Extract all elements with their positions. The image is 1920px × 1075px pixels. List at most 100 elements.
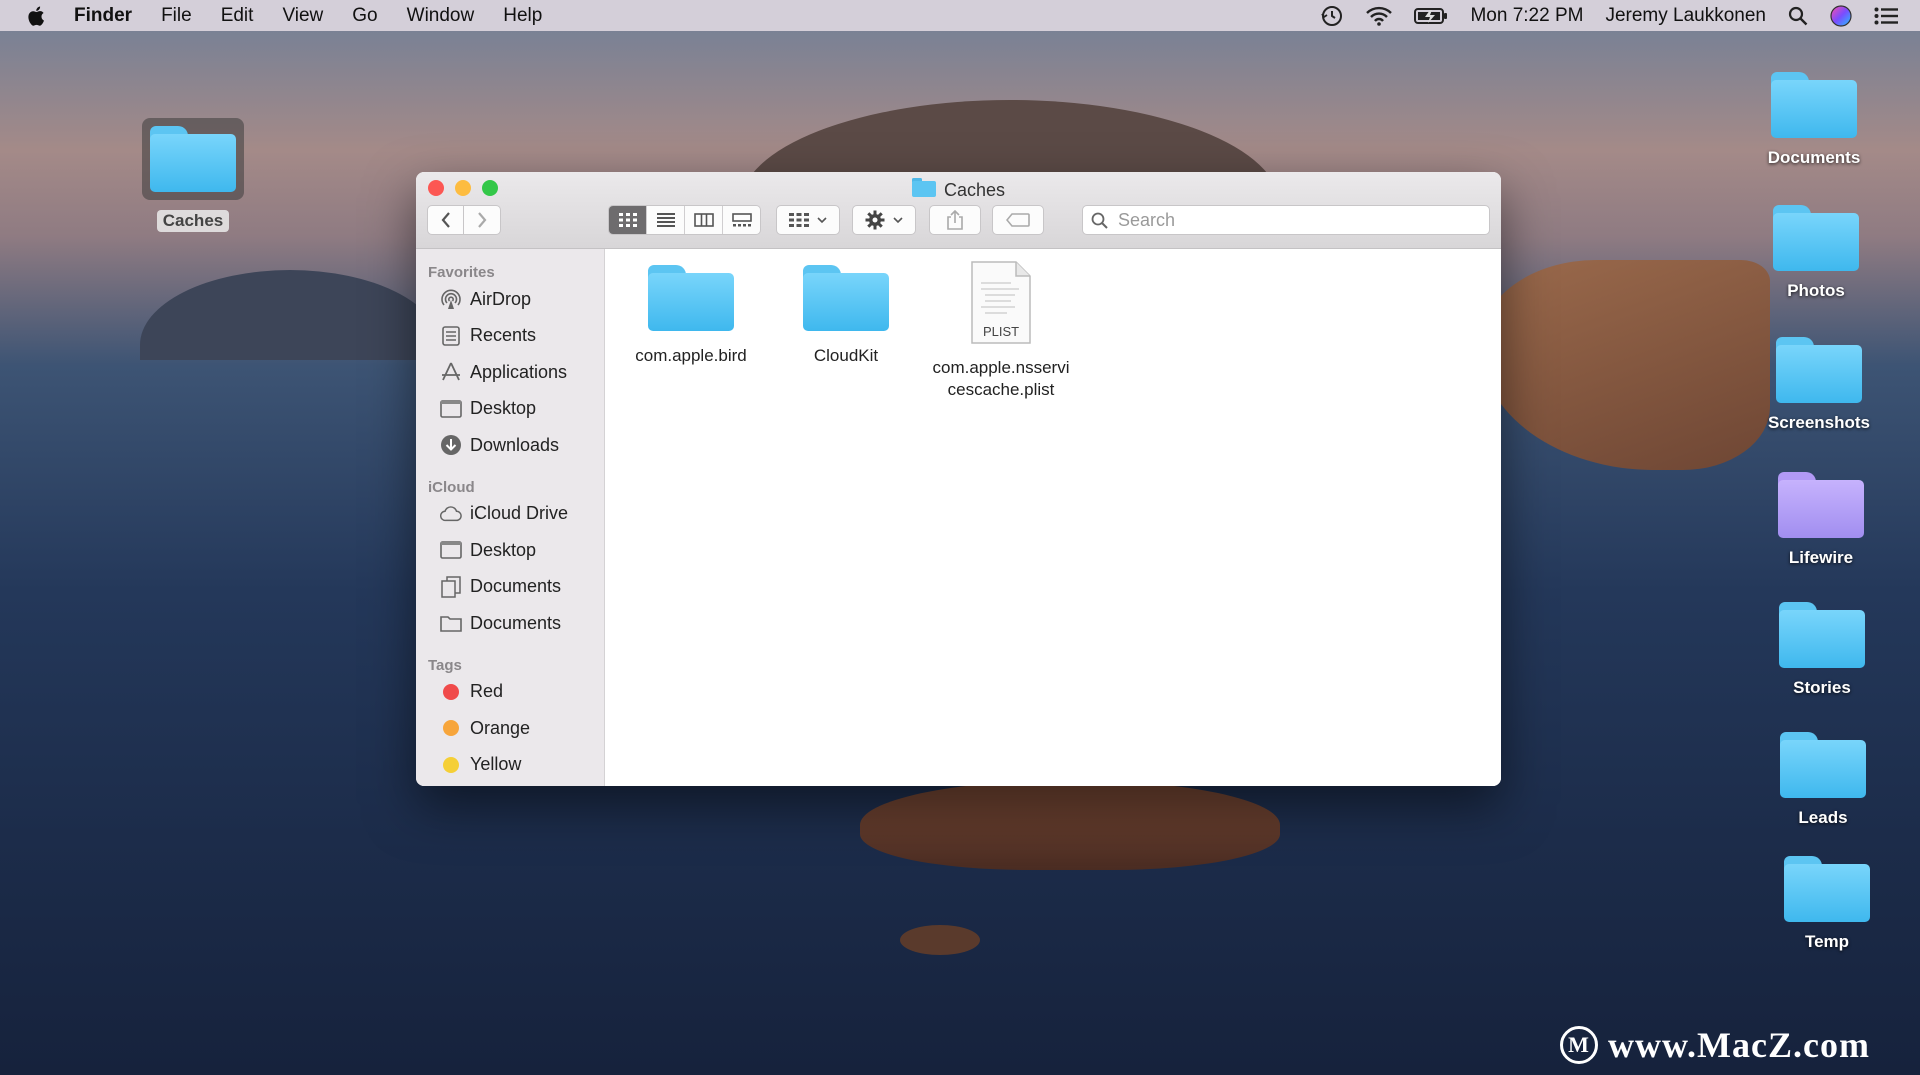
folder-icon [1780,732,1866,798]
file-item-cloudkit[interactable]: CloudKit [771,265,921,367]
menu-window[interactable]: Window [407,5,475,27]
menu-bar: Finder File Edit View Go Window Help Mon… [0,0,1920,31]
sidebar-item-label: Orange [470,717,531,738]
desktop-icon-lifewire[interactable]: Lifewire [1751,472,1891,568]
desktop-icon-label: Leads [1798,808,1848,827]
sidebar-item-label: iCloud Drive [470,503,569,524]
gallery-view-button[interactable] [723,206,760,234]
sidebar-item-label: Applications [470,361,568,382]
macz-logo-icon: M [1560,1026,1598,1064]
red-tag-dot-icon [443,683,459,700]
desktop-icon-documents[interactable]: Documents [1744,72,1884,168]
menu-view[interactable]: View [282,5,323,27]
sidebar: Favorites AirDrop Recents Applications D… [416,249,605,786]
sidebar-item-documents-folder[interactable]: Documents [416,605,604,642]
folder-icon [1784,856,1870,922]
menubar-clock[interactable]: Mon 7:22 PM [1470,5,1583,27]
tag-button[interactable] [992,205,1044,235]
notification-center-icon[interactable] [1874,7,1898,25]
search-field[interactable] [1082,205,1490,235]
menu-app-name[interactable]: Finder [74,5,132,27]
menu-edit[interactable]: Edit [221,5,254,27]
tag-control [992,205,1044,235]
desktop-icon-screenshots[interactable]: Screenshots [1749,337,1889,433]
island-decoration [860,780,1280,870]
desktop-icon [440,398,462,420]
file-item-com-apple-bird[interactable]: com.apple.bird [616,265,766,367]
sidebar-item-tag-yellow[interactable]: Yellow [416,747,604,784]
folder-icon [1779,602,1865,668]
sidebar-item-tag-red[interactable]: Red [416,674,604,711]
folder-icon [803,265,889,331]
sidebar-section-tags: Tags [428,656,462,674]
desktop-icon-caches[interactable]: Caches [123,118,263,232]
group-button[interactable] [776,205,840,235]
cliff-decoration [1480,260,1770,470]
spotlight-search-icon[interactable] [1788,6,1808,26]
search-input[interactable] [1116,208,1480,232]
columns-icon [693,213,714,227]
column-view-button[interactable] [685,206,723,234]
action-button[interactable] [852,205,916,235]
wifi-icon[interactable] [1366,6,1393,26]
rock-decoration [900,925,980,955]
sidebar-item-label: Desktop [470,398,537,419]
grid-icon [618,213,637,227]
gear-icon [865,210,885,230]
sidebar-item-recents[interactable]: Recents [416,318,604,355]
sidebar-item-icloud-drive[interactable]: iCloud Drive [416,496,604,533]
sidebar-item-label: Yellow [470,754,522,775]
menubar-user[interactable]: Jeremy Laukkonen [1605,5,1766,27]
icon-view-button[interactable] [609,206,647,234]
chevron-down-icon [893,216,903,223]
menu-file[interactable]: File [161,5,192,27]
desktop-icon-label: Documents [1767,148,1861,167]
list-view-button[interactable] [647,206,685,234]
title-folder-icon [911,178,936,202]
desktop-icon-label: Temp [1804,932,1850,951]
watermark: M www.MacZ.com [1560,1024,1870,1066]
share-control [929,205,981,235]
desktop-icon-stories[interactable]: Stories [1752,602,1892,698]
menu-go[interactable]: Go [352,5,377,27]
siri-icon[interactable] [1830,4,1852,27]
chevron-right-icon [478,212,487,228]
yellow-tag-dot-icon [443,756,459,773]
time-machine-icon[interactable] [1320,4,1344,28]
file-browser-content: com.apple.bird CloudKit PLIST com.apple.… [605,249,1501,786]
desktop-icon [440,539,462,561]
gallery-icon [731,213,752,227]
window-title-text: Caches [943,179,1006,200]
folder-icon [1771,72,1857,138]
sidebar-item-airdrop[interactable]: AirDrop [416,281,604,318]
folder-icon [1778,472,1864,538]
share-button[interactable] [929,205,981,235]
search-icon [1091,212,1108,229]
sidebar-item-label: AirDrop [470,288,532,309]
file-name: CloudKit [813,346,879,365]
desktop-icon-photos[interactable]: Photos [1746,205,1886,301]
forward-button[interactable] [464,205,501,235]
menu-help[interactable]: Help [503,5,542,27]
sidebar-item-downloads[interactable]: Downloads [416,427,604,464]
back-button[interactable] [427,205,464,235]
file-name-line-1: com.apple.nsservi [932,358,1070,377]
sidebar-item-icloud-documents[interactable]: Documents [416,569,604,606]
hill-decoration [140,270,440,360]
desktop-icon-temp[interactable]: Temp [1757,856,1897,952]
desktop-icon-label: Lifewire [1788,548,1854,567]
desktop-icon-leads[interactable]: Leads [1753,732,1893,828]
folder-icon [150,126,236,192]
sidebar-item-icloud-desktop[interactable]: Desktop [416,532,604,569]
desktop-icon-label: Photos [1787,281,1845,300]
sidebar-item-desktop[interactable]: Desktop [416,391,604,428]
finder-window: Caches Search Favorites AirDrop Recents … [416,172,1501,786]
window-title: Caches [416,178,1501,202]
file-item-plist[interactable]: PLIST com.apple.nsservi cescache.plist [926,261,1076,401]
battery-icon[interactable] [1414,7,1448,25]
folder-icon [440,612,462,634]
apple-menu-icon[interactable] [0,5,74,27]
sidebar-item-applications[interactable]: Applications [416,354,604,391]
folder-icon [1776,337,1862,403]
sidebar-item-tag-orange[interactable]: Orange [416,710,604,747]
